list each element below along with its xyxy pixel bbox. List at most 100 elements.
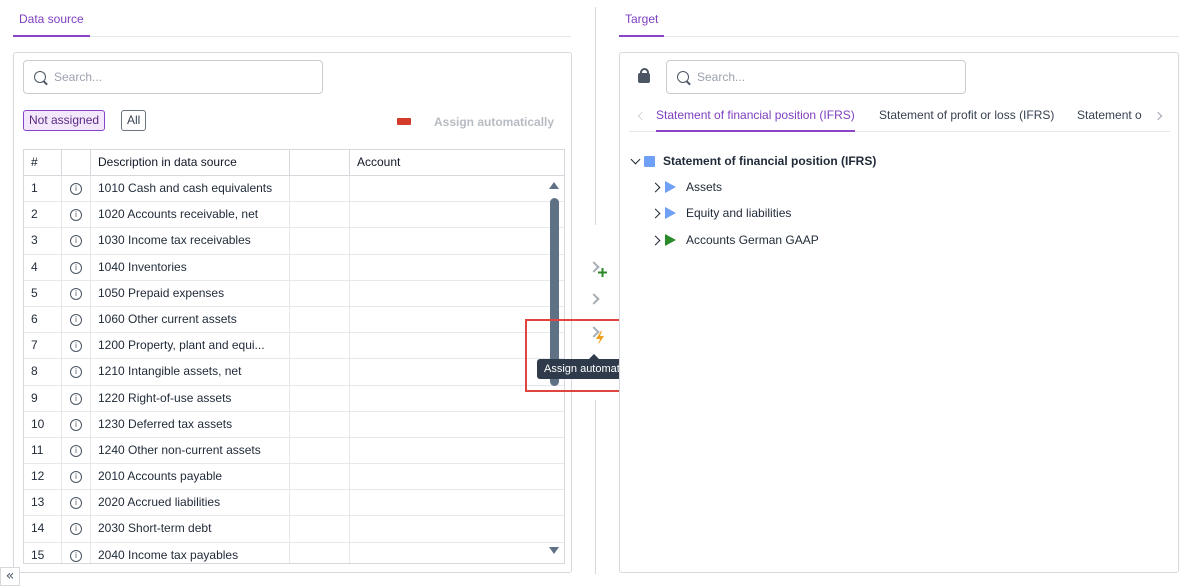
row-info[interactable]: i (62, 306, 91, 333)
source-grid: # Description in data source Account 1i1… (23, 149, 565, 564)
row-account[interactable] (350, 490, 564, 515)
info-icon[interactable]: i (70, 261, 82, 274)
row-info[interactable]: i (62, 254, 91, 280)
target-statement-tabs: Statement of financial position (IFRS) S… (629, 100, 1170, 132)
row-account[interactable] (350, 412, 564, 437)
row-info[interactable]: i (62, 333, 91, 359)
tab-scroll-right-icon[interactable] (1153, 111, 1163, 121)
row-info[interactable]: i (62, 411, 91, 437)
table-row[interactable]: 3 i 1030 Income tax receivables (24, 228, 564, 255)
row-account[interactable] (350, 543, 564, 563)
tree-root[interactable]: Statement of financial position (IFRS) (630, 153, 1030, 173)
table-row[interactable]: 13 i 2020 Accrued liabilities (24, 490, 564, 517)
target-search-input[interactable] (697, 68, 897, 86)
tree-node-equity-liabilities[interactable]: Equity and liabilities (650, 205, 952, 225)
table-row[interactable]: 14 i 2030 Short-term debt (24, 516, 564, 543)
row-number: 2 (24, 202, 62, 228)
row-account[interactable] (350, 228, 564, 253)
row-spacer (290, 254, 350, 280)
info-icon[interactable]: i (70, 444, 82, 457)
table-row[interactable]: 11 i 1240 Other non-current assets (24, 437, 564, 465)
table-row[interactable]: 5 i 1050 Prepaid expenses (24, 280, 564, 307)
row-account[interactable] (350, 281, 564, 306)
scroll-up-arrow[interactable] (549, 182, 559, 189)
row-info[interactable]: i (62, 280, 91, 306)
search-icon (34, 71, 46, 83)
row-spacer (290, 411, 350, 437)
tab-target[interactable]: Target (619, 0, 665, 37)
tree-node-assets[interactable]: Assets (650, 179, 952, 199)
row-spacer (290, 333, 350, 359)
tab-statement-financial-position[interactable]: Statement of financial position (IFRS) (656, 100, 855, 132)
tab-data-source[interactable]: Data source (13, 0, 90, 37)
row-account[interactable] (350, 176, 564, 201)
info-icon[interactable]: i (70, 497, 82, 510)
row-account[interactable] (350, 255, 564, 280)
lock-icon[interactable] (638, 68, 650, 83)
filter-all[interactable]: All (121, 110, 147, 131)
row-account[interactable] (350, 464, 564, 489)
info-icon[interactable]: i (70, 313, 82, 326)
row-info[interactable]: i (62, 359, 91, 385)
row-info[interactable]: i (62, 176, 91, 202)
col-header-number[interactable]: # (24, 150, 62, 175)
collapse-sidebar-button[interactable]: « (0, 567, 20, 586)
row-number: 1 (24, 176, 62, 202)
statement-square-icon (644, 156, 655, 167)
info-icon[interactable]: i (70, 183, 82, 195)
col-header-info (62, 150, 91, 175)
chevron-right-icon[interactable] (650, 208, 661, 219)
info-icon[interactable]: i (70, 418, 82, 431)
row-info[interactable]: i (62, 385, 91, 411)
info-icon[interactable]: i (70, 366, 82, 379)
row-info[interactable]: i (62, 228, 91, 254)
tab-statement-profit-loss[interactable]: Statement of profit or loss (IFRS) (879, 100, 1054, 132)
tree-node-german-gaap[interactable]: Accounts German GAAP (650, 232, 952, 252)
row-info[interactable]: i (62, 516, 91, 542)
source-search-box[interactable] (23, 60, 323, 94)
chevron-right-icon[interactable] (650, 235, 661, 246)
table-row[interactable]: 6 i 1060 Other current assets (24, 306, 564, 334)
row-info[interactable]: i (62, 542, 91, 563)
info-icon[interactable]: i (70, 523, 82, 536)
target-search-box[interactable] (666, 60, 966, 94)
chevron-down-icon[interactable] (630, 154, 641, 165)
row-spacer (290, 490, 350, 516)
chevron-right-icon[interactable] (650, 182, 661, 193)
table-row[interactable]: 7 i 1200 Property, plant and equi... (24, 333, 564, 360)
table-row[interactable]: 9 i 1220 Right-of-use assets (24, 385, 564, 412)
row-info[interactable]: i (62, 202, 91, 228)
row-spacer (290, 202, 350, 228)
filter-not-assigned[interactable]: Not assigned (23, 110, 106, 131)
source-search-input[interactable] (54, 68, 254, 86)
table-row[interactable]: 10 i 1230 Deferred tax assets (24, 411, 564, 438)
info-icon[interactable]: i (70, 471, 82, 484)
row-account[interactable] (350, 516, 564, 541)
info-icon[interactable]: i (70, 392, 82, 405)
row-spacer (290, 385, 350, 411)
row-account[interactable] (350, 438, 564, 463)
info-icon[interactable]: i (70, 287, 82, 300)
table-row[interactable]: 12 i 2010 Accounts payable (24, 464, 564, 491)
tab-statement-truncated[interactable]: Statement o (1077, 100, 1145, 132)
table-row[interactable]: 15 i 2040 Income tax payables (24, 542, 564, 563)
row-info[interactable]: i (62, 464, 91, 490)
row-info[interactable]: i (62, 437, 91, 464)
assign-automatically-link[interactable]: Assign automatically (434, 115, 554, 129)
table-row[interactable]: 1 i 1010 Cash and cash equivalents (24, 176, 564, 203)
table-row[interactable]: 2 i 1020 Accounts receivable, net (24, 202, 564, 229)
tab-scroll-left-icon[interactable] (637, 111, 647, 121)
info-icon[interactable]: i (70, 549, 82, 562)
col-header-account[interactable]: Account (350, 150, 564, 175)
table-row[interactable]: 8 i 1210 Intangible assets, net (24, 359, 564, 386)
table-row[interactable]: 4 i 1040 Inventories (24, 254, 564, 281)
info-icon[interactable]: i (70, 209, 82, 222)
scroll-down-arrow[interactable] (549, 547, 559, 554)
info-icon[interactable]: i (70, 235, 82, 248)
assign-button[interactable] (588, 288, 608, 312)
row-info[interactable]: i (62, 490, 91, 516)
info-icon[interactable]: i (70, 340, 82, 353)
assign-add-button[interactable] (588, 258, 608, 282)
row-account[interactable] (350, 202, 564, 227)
col-header-description[interactable]: Description in data source (91, 150, 290, 175)
